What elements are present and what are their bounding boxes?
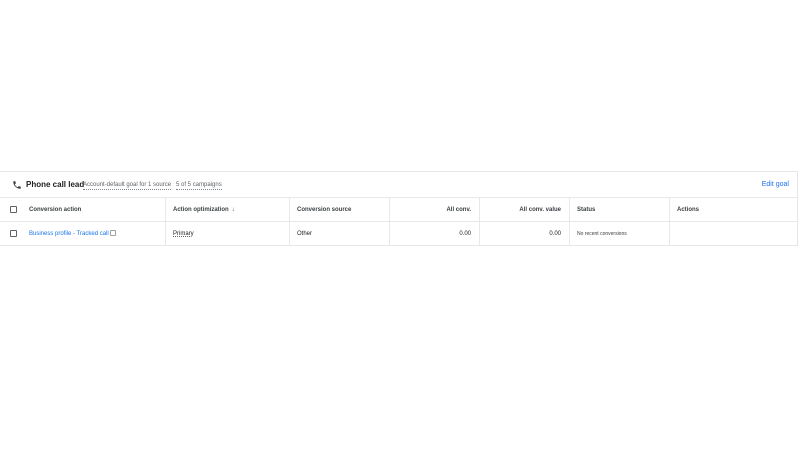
table-header-row: Conversion action Action optimization ↓ C… [0, 198, 798, 222]
account-default-goal-link[interactable]: Account-default goal for 1 source [83, 182, 172, 190]
header-action-optimization-label: Action optimization [173, 207, 229, 213]
campaigns-count-link[interactable]: 5 of 5 campaigns [176, 182, 222, 190]
goal-title: Phone call lead [26, 180, 85, 189]
conversion-source-cell: Other [289, 222, 389, 246]
goal-header: Phone call lead Account-default goal for… [0, 172, 798, 198]
table-row: Business profile - Tracked call Primary … [0, 222, 798, 246]
action-optimization-cell: Primary [165, 222, 289, 246]
all-conv-value-cell: 0.00 [479, 222, 569, 246]
header-conversion-action[interactable]: Conversion action [29, 198, 165, 222]
header-all-conv[interactable]: All conv. [389, 198, 479, 222]
header-actions: Actions [669, 198, 798, 222]
phone-icon [13, 181, 21, 189]
header-all-conv-value[interactable]: All conv. value [479, 198, 569, 222]
conversion-goal-card: Phone call lead Account-default goal for… [0, 171, 798, 246]
arrow-down-icon[interactable]: ↓ [232, 198, 235, 222]
optimization-primary-value[interactable]: Primary [173, 231, 194, 237]
all-conv-cell: 0.00 [389, 222, 479, 246]
status-cell: No recent conversions [569, 222, 669, 246]
header-conversion-source[interactable]: Conversion source [289, 198, 389, 222]
conversion-action-cell: Business profile - Tracked call [29, 222, 165, 246]
header-action-optimization[interactable]: Action optimization ↓ [165, 198, 289, 222]
conversion-action-link[interactable]: Business profile - Tracked call [29, 231, 109, 237]
info-icon[interactable] [109, 230, 116, 237]
select-all-checkbox[interactable] [10, 206, 17, 213]
actions-cell [669, 222, 798, 246]
header-status[interactable]: Status [569, 198, 669, 222]
edit-goal-button[interactable]: Edit goal [762, 181, 789, 188]
row-checkbox[interactable] [10, 230, 17, 237]
